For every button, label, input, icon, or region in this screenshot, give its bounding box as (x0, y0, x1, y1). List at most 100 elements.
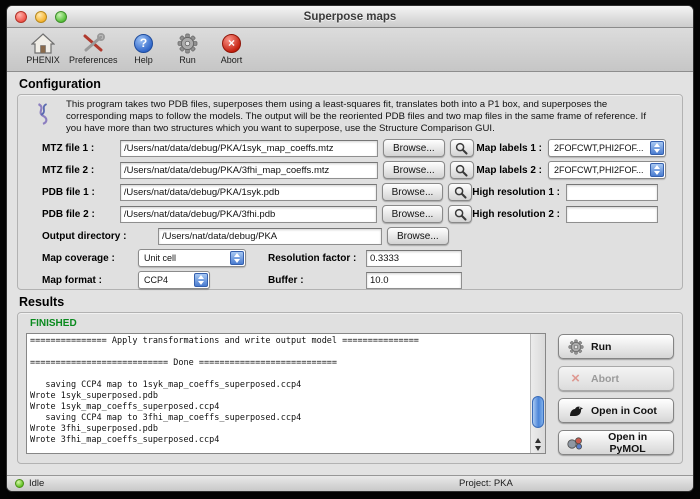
magnifier-icon (454, 208, 467, 221)
map-coverage-slot: Unit cell (138, 249, 268, 267)
map-labels-2-dropdown[interactable]: 2FOFCWT,PHI2FOF... (548, 161, 666, 179)
run-button[interactable]: Run (558, 334, 674, 359)
pdb-file-2-label: PDB file 2 : (42, 209, 116, 220)
mtz-file-1-input[interactable] (120, 140, 378, 157)
high-resolution-2-input[interactable] (566, 206, 658, 223)
high-resolution-2-label: High resolution 2 : (472, 209, 560, 220)
minimize-button[interactable] (35, 11, 47, 23)
scrollbar-thumb[interactable] (532, 396, 544, 428)
resolution-factor-label: Resolution factor : (268, 253, 362, 264)
toolbar-run-button[interactable]: Run (166, 31, 210, 65)
toolbar-preferences-button[interactable]: Preferences (65, 31, 122, 65)
status-text: Idle (29, 478, 44, 489)
console-output[interactable]: =============== Apply transformations an… (26, 333, 546, 454)
abort-x-icon: × (567, 371, 584, 386)
results-panel: FINISHED =============== Apply transform… (17, 312, 683, 464)
buffer-input[interactable] (366, 272, 462, 289)
stepper-arrows-icon (230, 251, 244, 265)
stepper-arrows-icon (194, 273, 208, 287)
mtz-file-1-browse-button[interactable]: Browse... (383, 139, 445, 157)
description-row: This program takes two PDB files, superp… (26, 99, 674, 137)
high-resolution-1-input[interactable] (566, 184, 658, 201)
close-button[interactable] (15, 11, 27, 23)
map-labels-2-group: Map labels 2 : 2FOFCWT,PHI2FOF... (476, 161, 674, 179)
status-idle-icon (15, 479, 24, 488)
console-output-area: =============== Apply transformations an… (26, 333, 546, 454)
pdb-file-1-label: PDB file 1 : (42, 187, 116, 198)
output-directory-label: Output directory : (42, 231, 154, 242)
run-gear-icon (177, 31, 198, 55)
status-bar: Idle Project: PKA (7, 475, 693, 491)
console-scrollbar[interactable] (530, 334, 545, 453)
pdb-file-1-magnifier-button[interactable] (448, 183, 472, 201)
output-directory-input[interactable] (158, 228, 382, 245)
toolbar-help-label: Help (134, 55, 153, 65)
content-area: Configuration This program takes two PDB… (7, 72, 693, 464)
magnifier-icon (455, 164, 468, 177)
open-in-pymol-button[interactable]: Open in PyMOL (558, 430, 674, 455)
map-labels-1-group: Map labels 1 : 2FOFCWT,PHI2FOF... (476, 139, 674, 157)
toolbar-abort-button[interactable]: × Abort (210, 31, 254, 65)
superpose-program-icon (34, 101, 52, 132)
results-section-title: Results (19, 295, 683, 309)
map-coverage-label: Map coverage : (42, 253, 134, 264)
pdb-file-1-browse-button[interactable]: Browse... (382, 183, 444, 201)
pdb-file-1-input[interactable] (120, 184, 377, 201)
form-row-map-format: Map format : CCP4 Buffer : (26, 269, 674, 291)
configuration-panel: This program takes two PDB files, superp… (17, 94, 683, 290)
abort-button-label: Abort (591, 373, 619, 385)
mtz-file-2-magnifier-button[interactable] (450, 161, 474, 179)
run-button-label: Run (591, 341, 611, 353)
pdb-file-2-input[interactable] (120, 206, 377, 223)
toolbar-help-button[interactable]: ? Help (122, 31, 166, 65)
form-row-mtz-file-2: MTZ file 2 : Browse... Map labels 2 : 2F… (26, 159, 674, 181)
pdb-file-2-browse-button[interactable]: Browse... (382, 205, 444, 223)
open-in-coot-label: Open in Coot (591, 405, 657, 417)
window-controls (15, 11, 67, 23)
finished-status-badge: FINISHED (30, 318, 674, 329)
form-row-mtz-file-1: MTZ file 1 : Browse... Map labels 1 : 2F… (26, 137, 674, 159)
help-icon: ? (134, 31, 153, 55)
abort-icon: × (222, 31, 241, 55)
toolbar-abort-label: Abort (221, 55, 243, 65)
high-resolution-1-label: High resolution 1 : (472, 187, 560, 198)
phenix-home-icon (31, 31, 55, 55)
open-in-coot-button[interactable]: Open in Coot (558, 398, 674, 423)
map-coverage-dropdown[interactable]: Unit cell (138, 249, 246, 267)
mtz-file-1-magnifier-button[interactable] (450, 139, 474, 157)
superpose-maps-window: Superpose maps PHENIX Preferences ? Help… (6, 5, 694, 492)
form-row-pdb-file-2: PDB file 2 : Browse... High resolution 2… (26, 203, 674, 225)
scroll-up-icon[interactable] (535, 438, 541, 443)
mtz-file-2-label: MTZ file 2 : (42, 165, 116, 176)
map-format-dropdown[interactable]: CCP4 (138, 271, 210, 289)
form-row-output-directory: Output directory : Browse... (26, 225, 674, 247)
output-directory-browse-button[interactable]: Browse... (387, 227, 449, 245)
window-title: Superpose maps (7, 11, 693, 23)
magnifier-icon (454, 186, 467, 199)
titlebar[interactable]: Superpose maps (7, 6, 693, 28)
mtz-file-2-input[interactable] (120, 162, 378, 179)
map-labels-1-label: Map labels 1 : (476, 143, 542, 154)
map-format-label: Map format : (42, 275, 134, 286)
buffer-label: Buffer : (268, 275, 362, 286)
open-in-pymol-label: Open in PyMOL (590, 431, 665, 455)
mtz-file-2-browse-button[interactable]: Browse... (383, 161, 445, 179)
resolution-factor-input[interactable] (366, 250, 462, 267)
stepper-arrows-icon (650, 141, 664, 155)
map-labels-1-dropdown[interactable]: 2FOFCWT,PHI2FOF... (548, 139, 666, 157)
abort-button[interactable]: × Abort (558, 366, 674, 391)
magnifier-icon (455, 142, 468, 155)
pdb-file-2-magnifier-button[interactable] (448, 205, 472, 223)
toolbar-preferences-label: Preferences (69, 55, 118, 65)
configuration-section-title: Configuration (19, 77, 683, 91)
map-labels-2-label: Map labels 2 : (476, 165, 542, 176)
zoom-button[interactable] (55, 11, 67, 23)
pymol-molecule-icon (567, 436, 583, 450)
scrollbar-arrows[interactable] (531, 438, 545, 451)
toolbar-phenix-button[interactable]: PHENIX (21, 31, 65, 65)
mtz-file-1-label: MTZ file 1 : (42, 143, 116, 154)
program-description: This program takes two PDB files, superp… (66, 99, 662, 135)
project-label: Project: PKA (459, 478, 513, 489)
high-resolution-2-group: High resolution 2 : (472, 206, 674, 223)
scroll-down-icon[interactable] (535, 446, 541, 451)
